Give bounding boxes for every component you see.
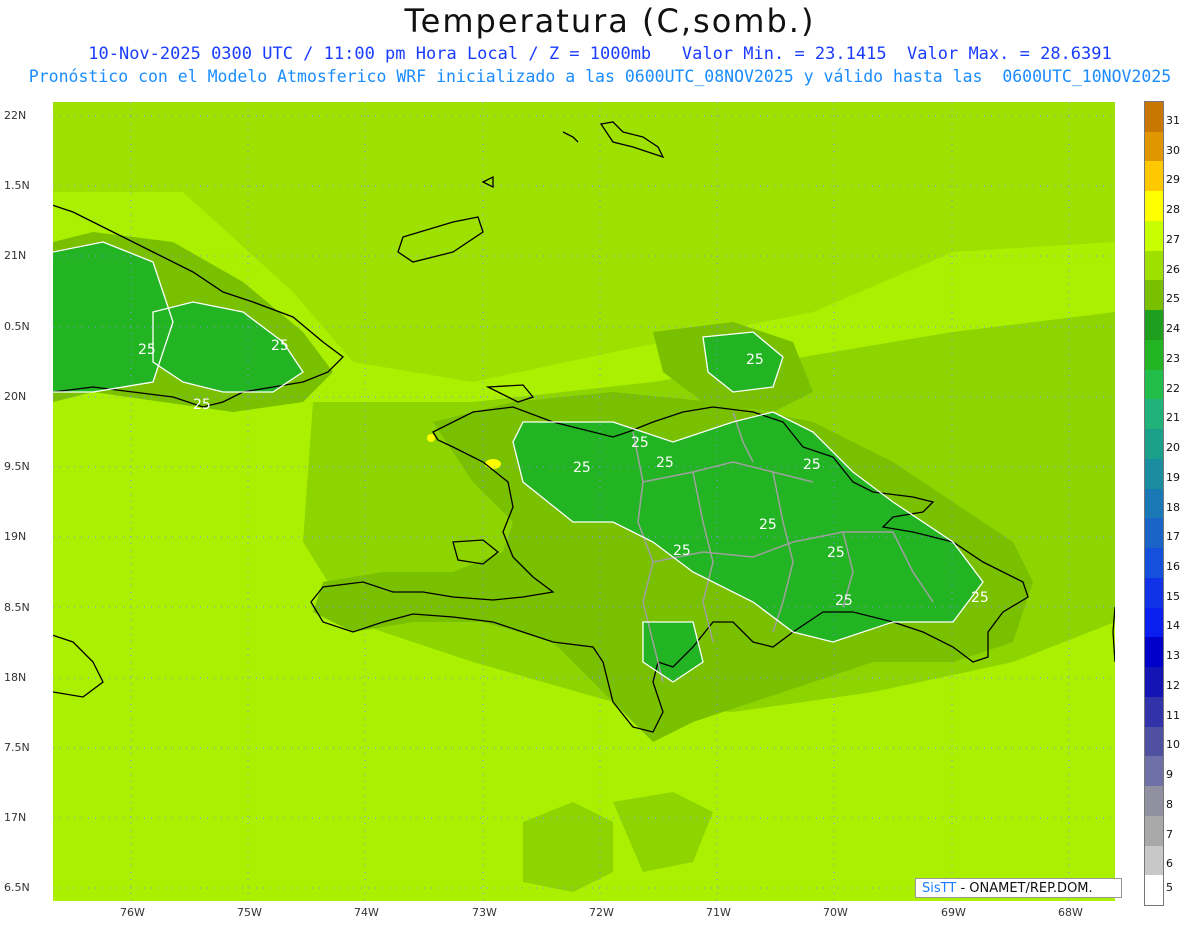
legend-label: 22	[1166, 381, 1180, 395]
legend-label: 14	[1166, 619, 1180, 633]
legend-swatch	[1145, 429, 1163, 460]
lon-label: 75W	[237, 906, 262, 919]
legend-label: 17	[1166, 530, 1180, 544]
legend-swatch	[1145, 102, 1163, 133]
legend-swatch	[1145, 607, 1163, 638]
credit-text: - ONAMET/REP.DOM.	[960, 881, 1093, 896]
legend-swatch	[1145, 875, 1163, 906]
legend-label: 11	[1166, 708, 1180, 722]
lat-label: 19N	[4, 530, 27, 543]
legend-label: 25	[1166, 292, 1180, 306]
contour-label: 25	[746, 352, 764, 368]
legend-swatch	[1145, 280, 1163, 311]
temperature-map: 25 25 25 25 25 25 25 25 25 25 25 25 25	[53, 102, 1115, 901]
legend-swatch	[1145, 131, 1163, 162]
legend-label: 19	[1166, 470, 1180, 484]
lat-label: 9.5N	[4, 460, 30, 473]
lat-label: 7.5N	[4, 741, 30, 754]
contour-label: 25	[138, 342, 156, 358]
legend-swatch	[1145, 161, 1163, 192]
legend-label: 26	[1166, 262, 1180, 276]
lon-label: 74W	[354, 906, 379, 919]
legend-swatch	[1145, 518, 1163, 549]
legend-label: 18	[1166, 500, 1180, 514]
legend-label: 9	[1166, 768, 1173, 782]
legend-label: 28	[1166, 203, 1180, 217]
lat-label: 22N	[4, 109, 27, 122]
lat-label: 0.5N	[4, 320, 30, 333]
legend-label: 29	[1166, 173, 1180, 187]
lon-label: 69W	[941, 906, 966, 919]
forecast-time-line: 10-Nov-2025 0300 UTC / 11:00 pm Hora Loc…	[88, 44, 1112, 64]
legend-swatch	[1145, 815, 1163, 846]
contour-label: 25	[271, 338, 289, 354]
lon-label: 76W	[120, 906, 145, 919]
contour-label: 25	[673, 543, 691, 559]
legend-label: 23	[1166, 351, 1180, 365]
legend-swatch	[1145, 310, 1163, 341]
legend-swatch	[1145, 488, 1163, 519]
contour-label: 25	[835, 593, 853, 609]
lon-label: 73W	[472, 906, 497, 919]
legend-swatch	[1145, 577, 1163, 609]
legend-label: 15	[1166, 589, 1180, 603]
lat-label: 18N	[4, 671, 27, 684]
legend-swatch	[1145, 786, 1163, 817]
legend-label: 5	[1166, 881, 1173, 895]
legend-label: 13	[1166, 649, 1180, 663]
legend-label: 6	[1166, 857, 1173, 871]
contour-label: 25	[803, 457, 821, 473]
legend-swatch	[1145, 458, 1163, 490]
map-title: Temperatura (C,somb.)	[404, 2, 816, 40]
legend-swatch	[1145, 696, 1163, 728]
lon-label: 71W	[706, 906, 731, 919]
legend-label: 24	[1166, 322, 1180, 336]
legend-swatch	[1145, 369, 1163, 400]
lon-label: 72W	[589, 906, 614, 919]
legend-swatch	[1145, 548, 1163, 579]
lon-label: 68W	[1058, 906, 1083, 919]
legend-swatch	[1145, 845, 1163, 876]
legend-label: 8	[1166, 797, 1173, 811]
legend-label: 27	[1166, 232, 1180, 246]
lon-label: 70W	[823, 906, 848, 919]
lat-label: 1.5N	[4, 179, 30, 192]
lat-label: 17N	[4, 811, 27, 824]
legend-swatch	[1145, 756, 1163, 787]
contour-label: 25	[827, 545, 845, 561]
legend-swatch	[1145, 399, 1163, 430]
contour-label: 25	[573, 460, 591, 476]
legend-label: 30	[1166, 143, 1180, 157]
contour-label: 25	[193, 397, 211, 413]
contour-label: 25	[631, 435, 649, 451]
legend-label: 20	[1166, 441, 1180, 455]
legend-swatch	[1145, 250, 1163, 281]
credit-box: SisTT - ONAMET/REP.DOM.	[915, 878, 1122, 898]
lat-label: 8.5N	[4, 601, 30, 614]
legend-swatch	[1145, 637, 1163, 668]
lat-label: 21N	[4, 249, 27, 262]
contour-label: 25	[971, 590, 989, 606]
legend-swatch	[1145, 339, 1163, 371]
legend-swatch	[1145, 726, 1163, 757]
legend-swatch	[1145, 667, 1163, 698]
lat-label: 6.5N	[4, 881, 30, 894]
sistt-logo: SisTT	[922, 881, 957, 896]
legend-label: 31	[1166, 113, 1180, 127]
legend-label: 12	[1166, 678, 1180, 692]
color-legend	[1144, 101, 1164, 906]
contour-label: 25	[759, 517, 777, 533]
legend-swatch	[1145, 191, 1163, 222]
legend-label: 16	[1166, 559, 1180, 573]
model-info-line: Pronóstico con el Modelo Atmosferico WRF…	[28, 67, 1172, 86]
legend-label: 21	[1166, 411, 1180, 425]
lat-label: 20N	[4, 390, 27, 403]
contour-label: 25	[656, 455, 674, 471]
legend-label: 7	[1166, 827, 1173, 841]
legend-label: 10	[1166, 738, 1180, 752]
legend-swatch	[1145, 220, 1163, 252]
